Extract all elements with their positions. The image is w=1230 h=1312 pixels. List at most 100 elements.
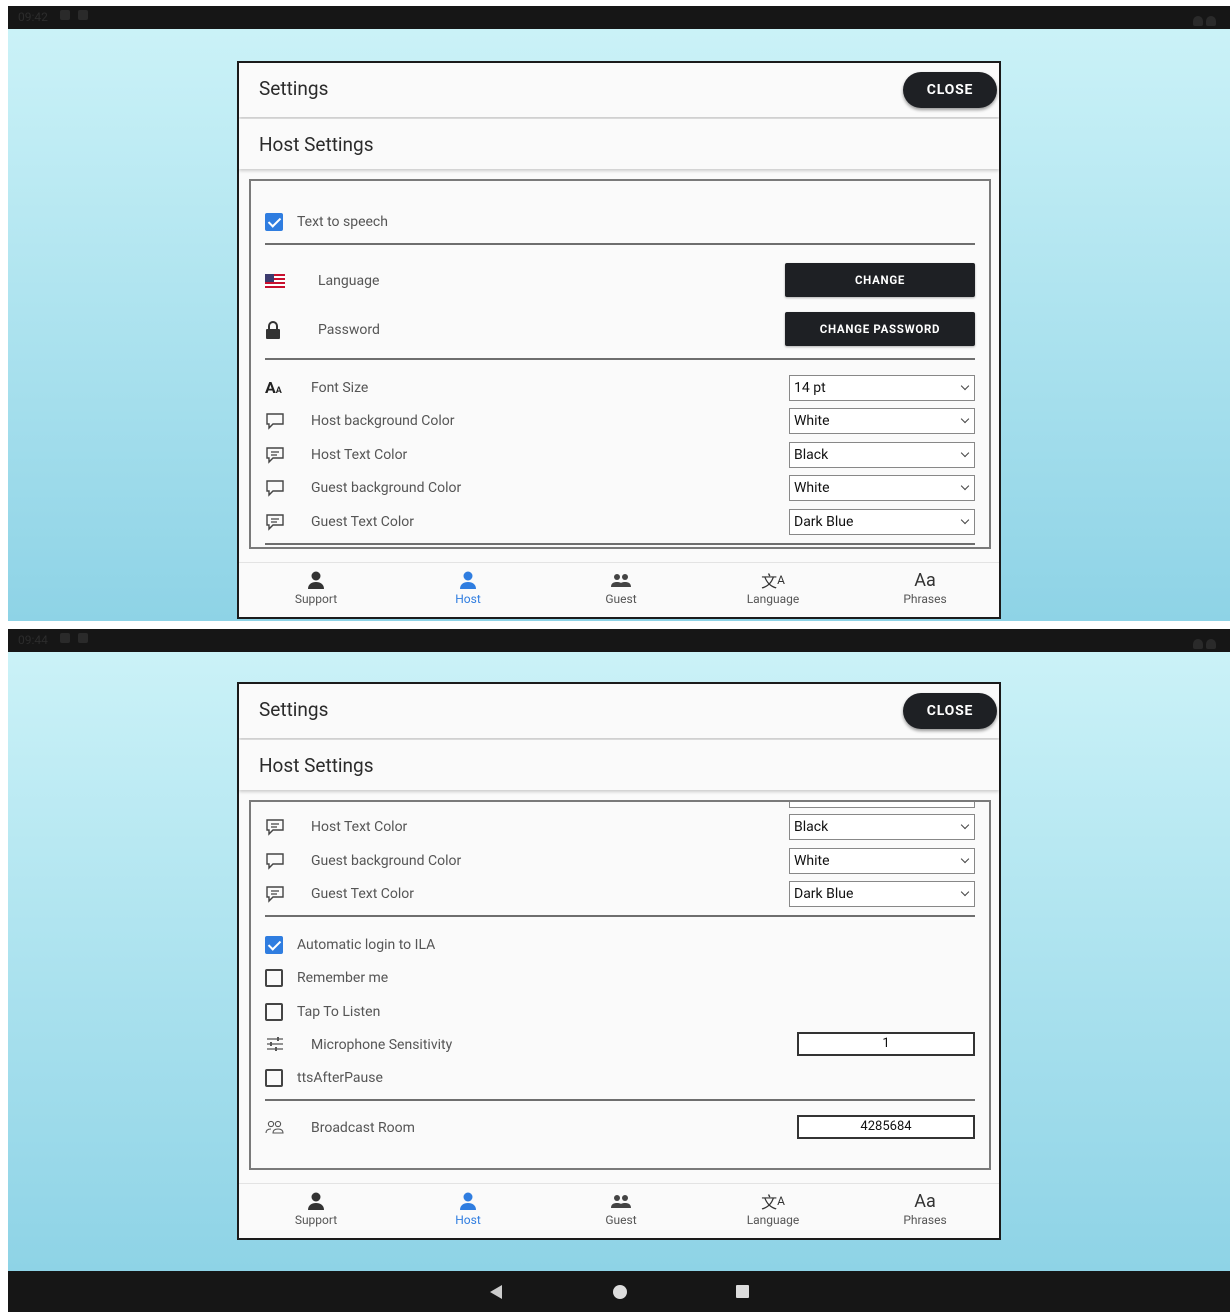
tab-label: Phrases [903,1213,947,1227]
chevron-down-icon [960,414,970,424]
person-icon [256,1190,376,1212]
guest-text-select[interactable]: Dark Blue [789,881,975,907]
tts-after-pause-label: ttsAfterPause [297,1070,383,1086]
guest-bg-row: Guest background Color White [251,846,989,876]
guest-bg-label: Guest background Color [311,853,462,869]
bottom-navigation: Support Host Guest 文A Language Aa Phrase… [239,562,999,617]
group-icon [561,569,681,591]
android-status-icon [78,10,88,20]
tab-phrases[interactable]: Aa Phrases [865,1190,985,1228]
tab-label: Language [746,1213,800,1227]
section-header: Host Settings [239,740,999,790]
change-password-button[interactable]: CHANGE PASSWORD [785,312,975,346]
font-size-row: AA Font Size 14 pt [251,373,989,403]
auto-login-row[interactable]: Automatic login to ILA [251,930,989,960]
host-text-select[interactable]: Black [789,814,975,840]
tts-checkbox[interactable] [265,213,283,231]
settings-dialog: Settings CLOSE Host Settings Text to spe… [237,61,1001,619]
tab-language[interactable]: 文A Language [713,569,833,606]
font-size-select[interactable]: 14 pt [789,375,975,401]
sliders-icon [265,1036,285,1054]
translate-icon: 文A [761,1193,785,1212]
remember-me-checkbox[interactable] [265,969,283,987]
tab-label: Host [455,1213,481,1227]
broadcast-room-row: Broadcast Room 4285684 [251,1113,989,1143]
tab-support[interactable]: Support [256,1190,376,1227]
person-icon [408,1190,528,1212]
screen-bottom: 09:44 Settings CLOSE Host Settings Host … [8,629,1230,1271]
tab-phrases[interactable]: Aa Phrases [865,569,985,607]
chevron-down-icon [960,820,970,830]
password-label: Password [318,322,380,338]
home-icon[interactable] [613,1285,627,1299]
auto-login-checkbox[interactable] [265,936,283,954]
close-button[interactable]: CLOSE [903,72,997,108]
tab-language[interactable]: 文A Language [713,1190,833,1227]
chevron-down-icon [960,481,970,491]
tab-label: Guest [605,1213,637,1227]
wifi-battery-icon [1190,11,1218,26]
settings-scroll-area[interactable]: Host Text Color Black Guest background C… [249,800,991,1170]
chat-bubble-icon [265,852,285,870]
language-row: Language CHANGE [251,263,989,297]
translate-icon: 文A [761,572,785,591]
host-text-label: Host Text Color [311,447,408,463]
guest-text-row: Guest Text Color Dark Blue [251,507,989,537]
dialog-title: Settings [259,77,329,100]
tts-after-pause-checkbox[interactable] [265,1069,283,1087]
chat-text-icon [265,446,285,464]
settings-status-icon [60,633,70,643]
tab-label: Guest [605,592,637,606]
mic-sensitivity-label: Microphone Sensitivity [311,1037,453,1053]
chat-bubble-icon [265,412,285,430]
language-label: Language [318,273,380,289]
mic-sensitivity-input[interactable]: 1 [797,1032,975,1056]
person-icon [256,569,376,591]
tab-label: Host [455,592,481,606]
tab-support[interactable]: Support [256,569,376,606]
broadcast-room-input[interactable]: 4285684 [797,1115,975,1139]
divider [265,243,975,245]
password-row: Password CHANGE PASSWORD [251,312,989,346]
host-text-select[interactable]: Black [789,442,975,468]
tts-after-pause-row[interactable]: ttsAfterPause [251,1063,989,1093]
tab-guest[interactable]: Guest [561,1190,681,1227]
tab-label: Phrases [903,592,947,606]
chevron-down-icon [960,381,970,391]
host-text-row: Host Text Color Black [251,812,989,842]
status-time: 09:44 [18,633,48,647]
section-title: Host Settings [259,754,374,777]
host-text-row: Host Text Color Black [251,440,989,470]
remember-me-row[interactable]: Remember me [251,963,989,993]
host-bg-select[interactable]: White [789,408,975,434]
font-size-select-partial[interactable] [789,802,975,808]
tap-to-listen-checkbox[interactable] [265,1003,283,1021]
android-status-icon [78,633,88,643]
tab-host[interactable]: Host [408,1190,528,1227]
settings-scroll-area[interactable]: Text to speech Language CHANGE Password … [249,179,991,549]
tab-host[interactable]: Host [408,569,528,606]
close-button[interactable]: CLOSE [903,693,997,729]
guest-bg-select[interactable]: White [789,848,975,874]
tap-to-listen-row[interactable]: Tap To Listen [251,997,989,1027]
tab-guest[interactable]: Guest [561,569,681,606]
tts-row[interactable]: Text to speech [251,207,989,237]
guest-bg-select[interactable]: White [789,475,975,501]
chat-bubble-icon [265,479,285,497]
recents-icon[interactable] [736,1285,749,1298]
back-icon[interactable] [490,1285,502,1299]
tap-to-listen-label: Tap To Listen [297,1004,381,1020]
broadcast-room-label: Broadcast Room [311,1120,415,1136]
guest-text-select[interactable]: Dark Blue [789,509,975,535]
remember-me-label: Remember me [297,970,389,986]
text-aa-icon: Aa [914,569,936,591]
lock-icon [265,321,285,339]
change-language-button[interactable]: CHANGE [785,263,975,297]
section-title: Host Settings [259,133,374,156]
dialog-header: Settings CLOSE [239,63,999,117]
auto-login-label: Automatic login to ILA [297,937,436,953]
status-time: 09:42 [18,10,48,24]
bottom-navigation: Support Host Guest 文A Language Aa Phrase… [239,1183,999,1238]
chat-text-icon [265,885,285,903]
tab-label: Support [294,1213,338,1227]
